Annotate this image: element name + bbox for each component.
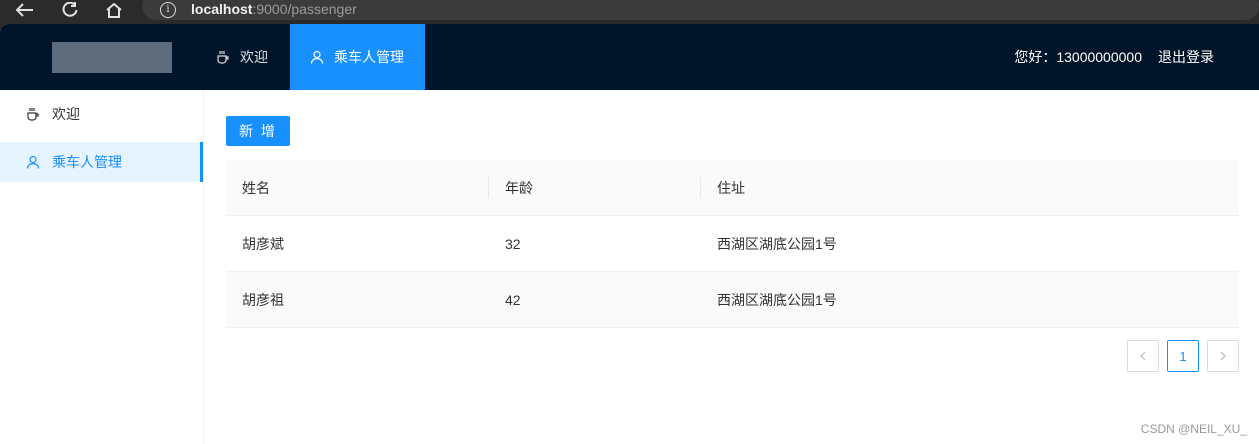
chevron-left-icon: [1140, 351, 1146, 361]
topnav-item-welcome[interactable]: 欢迎: [204, 24, 290, 90]
url-path: :9000/passenger: [252, 1, 357, 17]
cell-age: 32: [505, 235, 521, 252]
sidebar-item-passenger[interactable]: 乘车人管理: [0, 142, 204, 182]
column-divider: [488, 177, 489, 198]
top-header: 欢迎 乘车人管理 您好：13000000000 退出登录: [0, 24, 1259, 90]
sidebar-item-label: 乘车人管理: [52, 154, 122, 170]
column-divider: [700, 177, 701, 198]
table-header-row: 姓名 年龄 住址: [226, 160, 1239, 216]
logout-link[interactable]: 退出登录: [1158, 47, 1214, 67]
url-text[interactable]: localhost:9000/passenger: [191, 1, 357, 17]
main-content: 新 增 姓名 年龄 住址 胡彦斌 32 西湖区湖底公园1号 胡彦祖 42 西湖区…: [226, 90, 1239, 444]
pagination: 1: [1119, 340, 1239, 372]
column-header-address[interactable]: 住址: [717, 160, 745, 215]
user-icon: [26, 155, 40, 169]
table-row[interactable]: 胡彦祖 42 西湖区湖底公园1号: [226, 272, 1239, 328]
prev-page-button[interactable]: [1127, 340, 1159, 372]
topnav-item-label: 乘车人管理: [334, 49, 404, 65]
logo: [52, 42, 172, 73]
sidebar-item-welcome[interactable]: 欢迎: [0, 94, 204, 134]
add-passenger-button[interactable]: 新 增: [226, 116, 290, 146]
column-header-age[interactable]: 年龄: [505, 160, 533, 215]
coffee-icon: [26, 107, 40, 121]
back-icon[interactable]: [14, 0, 36, 20]
app-page: 欢迎 乘车人管理 您好：13000000000 退出登录 欢迎 乘车人管理 新 …: [0, 24, 1259, 444]
watermark: CSDN @NEIL_XU_: [1140, 422, 1247, 436]
url-host: localhost: [191, 1, 253, 17]
sidebar-item-label: 欢迎: [52, 106, 80, 122]
cell-address: 西湖区湖底公园1号: [717, 235, 837, 252]
next-page-button[interactable]: [1207, 340, 1239, 372]
cell-age: 42: [505, 291, 521, 308]
sidebar-divider: [203, 90, 204, 444]
cell-address: 西湖区湖底公园1号: [717, 291, 837, 308]
chevron-right-icon: [1220, 351, 1226, 361]
coffee-icon: [216, 50, 230, 64]
passenger-table: 姓名 年龄 住址 胡彦斌 32 西湖区湖底公园1号 胡彦祖 42 西湖区湖底公园…: [226, 160, 1239, 328]
browser-toolbar: i localhost:9000/passenger: [0, 0, 1259, 22]
site-info-icon[interactable]: i: [160, 2, 176, 18]
reload-icon[interactable]: [59, 0, 81, 20]
user-greeting: 您好：13000000000: [1014, 49, 1142, 65]
topnav-item-passenger[interactable]: 乘车人管理: [290, 24, 425, 90]
topnav-item-label: 欢迎: [240, 49, 268, 65]
page-1-button[interactable]: 1: [1167, 340, 1199, 372]
home-icon[interactable]: [103, 0, 125, 20]
sidebar: 欢迎 乘车人管理: [0, 90, 204, 444]
column-header-name[interactable]: 姓名: [242, 160, 270, 215]
user-area: 您好：13000000000 退出登录: [1014, 24, 1214, 90]
cell-name: 胡彦斌: [242, 235, 284, 252]
cell-name: 胡彦祖: [242, 291, 284, 308]
user-icon: [310, 50, 324, 64]
table-row[interactable]: 胡彦斌 32 西湖区湖底公园1号: [226, 216, 1239, 272]
